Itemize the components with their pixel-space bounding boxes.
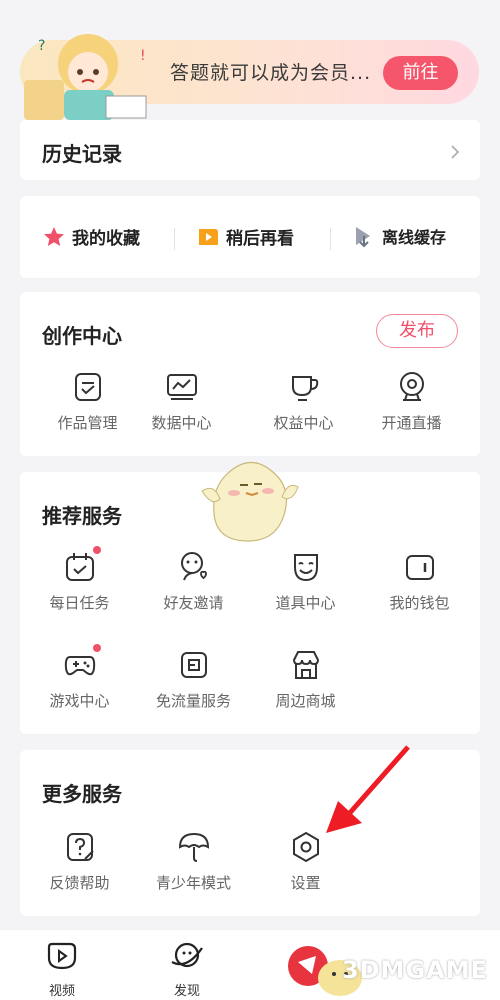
feedback-help-label: 反馈帮助	[49, 874, 110, 892]
game-center-label: 游戏中心	[49, 692, 110, 710]
pointer-arrow	[326, 745, 410, 833]
publish-button[interactable]: 发布	[376, 314, 458, 348]
invite-friends-item[interactable]: 好友邀请	[136, 550, 251, 613]
calendar-icon	[63, 546, 101, 584]
creation-center-card: 创作中心 发布 作品管理 数据中心 权益中心 开通直播	[20, 292, 480, 456]
free-data-label: 免流量服务	[155, 692, 231, 710]
tab-video[interactable]: 视频	[32, 938, 92, 999]
tab-discover[interactable]: 发现	[157, 938, 217, 999]
my-wallet-item[interactable]: 我的钱包	[362, 550, 477, 613]
chart-icon	[165, 370, 199, 404]
teen-mode-label: 青少年模式	[155, 874, 231, 892]
svg-text:?: ?	[38, 38, 45, 54]
quick-access-card: 我的收藏 稍后再看 离线缓存	[20, 196, 480, 278]
banner-text: 答题就可以成为会员...	[170, 62, 372, 84]
data-center-label: 数据中心	[151, 414, 212, 432]
favorites-button[interactable]: 我的收藏	[42, 224, 140, 249]
video-tab-icon	[47, 942, 77, 970]
merch-store-label: 周边商城	[275, 692, 336, 710]
notification-dot	[92, 644, 101, 652]
wallet-icon	[403, 550, 437, 584]
invite-friends-label: 好友邀请	[163, 594, 224, 612]
store-icon	[289, 648, 323, 682]
creation-center-title: 创作中心	[42, 324, 122, 348]
cup-icon	[287, 370, 321, 404]
teen-mode-item[interactable]: 青少年模式	[136, 830, 251, 893]
play-later-icon	[196, 225, 220, 249]
props-center-label: 道具中心	[275, 594, 336, 612]
more-services-title: 更多服务	[42, 782, 122, 806]
go-button[interactable]: 前往	[383, 56, 458, 90]
benefits-center-item[interactable]: 权益中心	[246, 370, 361, 433]
recommended-title: 推荐服务	[42, 504, 122, 528]
start-live-label: 开通直播	[381, 414, 442, 432]
start-live-item[interactable]: 开通直播	[354, 370, 469, 433]
camera-icon	[395, 370, 429, 404]
game-center-item[interactable]: 游戏中心	[22, 644, 137, 711]
works-icon	[71, 370, 105, 404]
feedback-help-item[interactable]: 反馈帮助	[22, 830, 137, 893]
anime-girl-illustration: ? !	[24, 34, 147, 120]
mascot-illustration	[201, 461, 299, 542]
mask-icon	[289, 550, 323, 584]
settings-label: 设置	[290, 874, 321, 892]
offline-cache-button[interactable]: 离线缓存	[352, 224, 446, 248]
notification-dot	[92, 546, 101, 554]
chevron-right-icon	[451, 145, 460, 159]
planet-tab-icon	[171, 942, 203, 968]
star-icon	[42, 225, 66, 249]
download-icon	[352, 224, 376, 248]
tab-video-label: 视频	[48, 984, 75, 999]
divider	[174, 228, 175, 250]
watch-later-button[interactable]: 稍后再看	[196, 224, 294, 249]
free-data-service-item[interactable]: 免流量服务	[136, 648, 251, 711]
offline-cache-label: 离线缓存	[382, 228, 447, 247]
history-card[interactable]: 历史记录	[20, 120, 480, 180]
merch-store-item[interactable]: 周边商城	[248, 648, 363, 711]
divider	[330, 228, 331, 250]
watermark-text: 3DMGAME	[341, 956, 488, 984]
tab-discover-label: 发现	[173, 984, 200, 999]
benefits-label: 权益中心	[273, 414, 334, 432]
daily-task-item[interactable]: 每日任务	[22, 546, 137, 613]
umbrella-icon	[177, 830, 211, 864]
sim-icon	[177, 648, 211, 682]
svg-text:!: !	[140, 48, 146, 64]
invite-icon	[177, 550, 211, 584]
my-wallet-label: 我的钱包	[389, 594, 450, 612]
favorites-label: 我的收藏	[72, 229, 140, 249]
help-icon	[63, 830, 97, 864]
gamepad-icon	[63, 644, 101, 682]
watch-later-label: 稍后再看	[226, 229, 294, 249]
props-center-item[interactable]: 道具中心	[248, 550, 363, 613]
data-center-item[interactable]: 数据中心	[124, 370, 239, 433]
daily-task-label: 每日任务	[49, 594, 110, 612]
history-title: 历史记录	[42, 142, 122, 166]
